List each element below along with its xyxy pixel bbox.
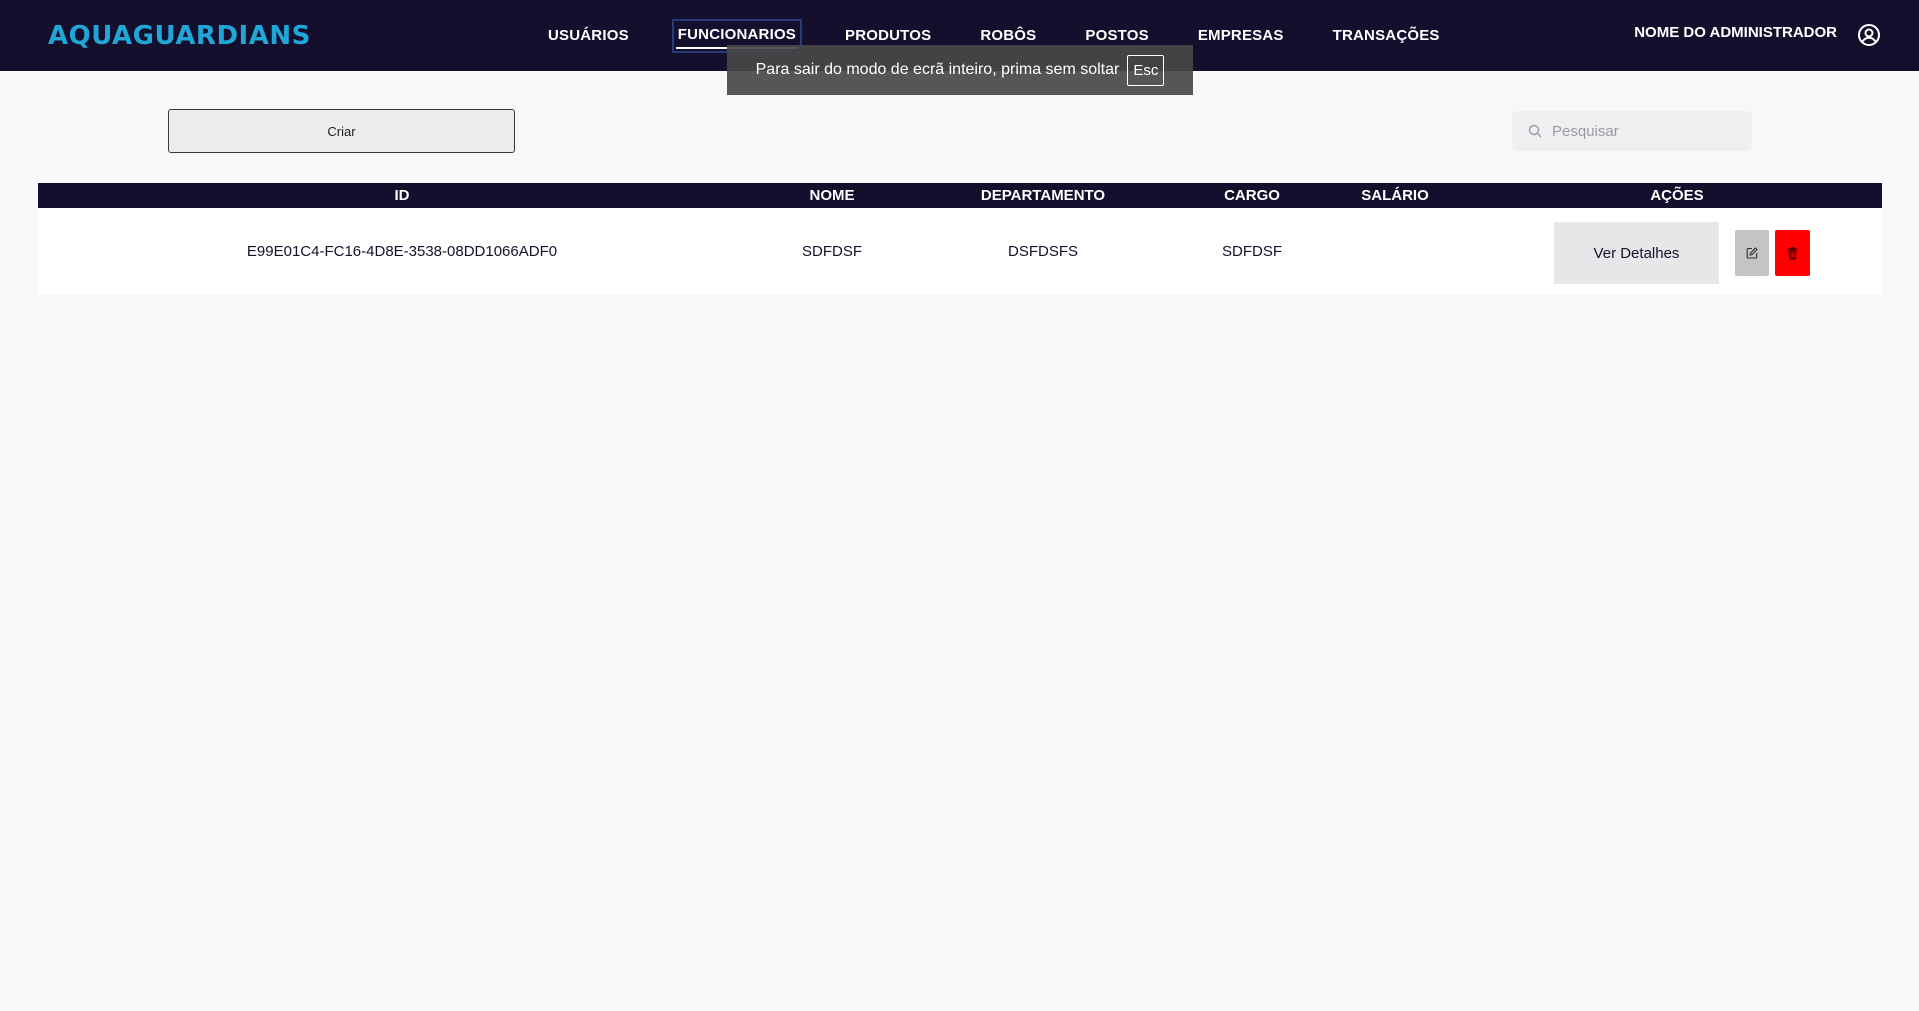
search-box[interactable] <box>1512 111 1752 151</box>
cell-id: E99E01C4-FC16-4D8E-3538-08DD1066ADF0 <box>246 243 558 260</box>
employees-table: ID NOME DEPARTAMENTO CARGO SALÁRIO AÇÕES… <box>38 183 1882 295</box>
nav-item-robos[interactable]: ROBÔS <box>978 24 1038 48</box>
trash-icon <box>1787 246 1798 259</box>
toast-esc-key: Esc <box>1127 54 1165 86</box>
delete-button[interactable] <box>1775 230 1810 276</box>
nav-item-empresas[interactable]: EMPRESAS <box>1196 24 1286 48</box>
column-header-cargo: CARGO <box>1224 187 1280 204</box>
column-header-acoes: AÇÕES <box>1650 187 1704 204</box>
nav-item-postos[interactable]: POSTOS <box>1083 24 1150 48</box>
admin-name[interactable]: NOME DO ADMINISTRADOR <box>1634 24 1837 41</box>
brand-logo[interactable]: AQUAGUARDIANS <box>48 21 311 51</box>
edit-button[interactable] <box>1735 230 1769 276</box>
nav-item-produtos[interactable]: PRODUTOS <box>843 24 933 48</box>
column-header-nome: NOME <box>809 187 855 204</box>
cell-departamento: DSFDSFS <box>1007 243 1079 260</box>
edit-icon <box>1746 247 1758 259</box>
column-header-id: ID <box>394 187 410 204</box>
create-button[interactable]: Criar <box>168 109 515 153</box>
table-row: E99E01C4-FC16-4D8E-3538-08DD1066ADF0 SDF… <box>38 208 1882 295</box>
column-header-salario: SALÁRIO <box>1361 187 1429 204</box>
user-circle-icon[interactable] <box>1857 23 1881 47</box>
toast-message: Para sair do modo de ecrã inteiro, prima… <box>755 61 1120 78</box>
cell-cargo: SDFDSF <box>1222 243 1282 260</box>
table-header: ID NOME DEPARTAMENTO CARGO SALÁRIO AÇÕES <box>38 183 1882 208</box>
nav-item-transacoes[interactable]: TRANSAÇÕES <box>1331 24 1442 48</box>
search-icon <box>1528 124 1542 138</box>
cell-nome: SDFDSF <box>802 243 862 260</box>
fullscreen-toast: Para sair do modo de ecrã inteiro, prima… <box>727 45 1193 95</box>
column-header-departamento: DEPARTAMENTO <box>980 187 1106 204</box>
view-details-button[interactable]: Ver Detalhes <box>1554 222 1719 284</box>
search-input[interactable] <box>1552 111 1742 151</box>
nav-item-usuarios[interactable]: USUÁRIOS <box>546 24 631 48</box>
